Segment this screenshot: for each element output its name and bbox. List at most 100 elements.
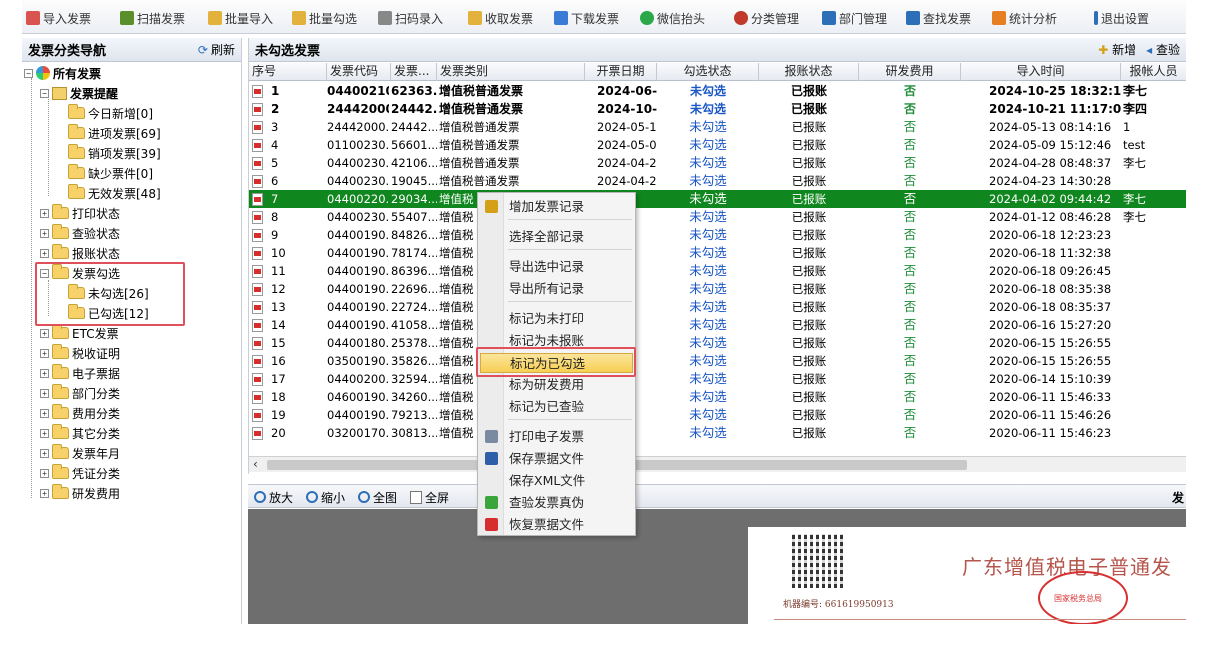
refresh-button[interactable]: ⟳ 刷新 bbox=[198, 41, 235, 58]
toolbar-scan-invoice[interactable]: 扫描发票 bbox=[120, 10, 185, 26]
tree-node-voucher[interactable]: + 凭证分类 bbox=[40, 464, 120, 482]
fit-all-button[interactable]: 全图 bbox=[358, 489, 397, 505]
full-screen-button[interactable]: 全屏 bbox=[410, 489, 449, 505]
expand-icon[interactable]: + bbox=[40, 448, 49, 458]
toolbar-department-manage[interactable]: 部门管理 bbox=[822, 10, 887, 26]
table-row[interactable]: 1904400190...79213...增值税-11未勾选已报账否2020-0… bbox=[249, 406, 1186, 424]
expand-icon[interactable]: + bbox=[40, 408, 49, 418]
toolbar-statistics[interactable]: 统计分析 bbox=[992, 10, 1057, 26]
table-row[interactable]: 3 24442000...24442...增值税普通发票 2024-05-12 未勾选… bbox=[249, 118, 1186, 136]
column-header[interactable]: 发票代码 bbox=[327, 63, 391, 81]
tree-node-today-new[interactable]: 今日新增[0] bbox=[68, 104, 153, 122]
context-menu-item[interactable]: 导出选中记录 bbox=[480, 257, 633, 277]
table-row[interactable]: 5 04400230...42106...增值税普通发票 2024-04-27 未勾选… bbox=[249, 154, 1186, 172]
table-row[interactable]: 904400190...84826...增值税-18未勾选已报账否2020-06… bbox=[249, 226, 1186, 244]
tree-node-missing-files[interactable]: 缺少票件[0] bbox=[68, 164, 153, 182]
column-header[interactable]: 勾选状态 bbox=[657, 63, 759, 81]
table-row[interactable]: 1304400190...22724...增值税-17未勾选已报账否2020-0… bbox=[249, 298, 1186, 316]
tree-node-output-invoices[interactable]: 销项发票[39] bbox=[68, 144, 161, 162]
zoom-out-button[interactable]: 缩小 bbox=[306, 489, 345, 505]
tree-node-print-status[interactable]: + 打印状态 bbox=[40, 204, 120, 222]
tree-node-department[interactable]: + 部门分类 bbox=[40, 384, 120, 402]
horizontal-scrollbar[interactable]: ‹ bbox=[249, 456, 1186, 472]
column-header[interactable]: 报帐人员 bbox=[1121, 63, 1186, 81]
table-row[interactable]: 2 24442000...24442...增值税普通发票 2024-10-08 未勾选… bbox=[249, 100, 1186, 118]
column-header[interactable]: 开票日期 bbox=[585, 63, 657, 81]
column-header[interactable]: 序号 bbox=[249, 63, 327, 81]
table-row[interactable]: 1704400200...32594...增值税-14未勾选已报账否2020-0… bbox=[249, 370, 1186, 388]
column-header[interactable]: 报账状态 bbox=[759, 63, 859, 81]
expand-icon[interactable]: + bbox=[40, 488, 49, 498]
tree-node-expense[interactable]: + 费用分类 bbox=[40, 404, 120, 422]
toolbar-wechat-header[interactable]: 微信抬头 bbox=[640, 10, 705, 26]
find-icon bbox=[906, 11, 920, 25]
context-menu-item[interactable]: 保存XML文件 bbox=[480, 471, 633, 491]
expand-icon[interactable]: + bbox=[40, 348, 49, 358]
column-header[interactable]: 导入时间 bbox=[961, 63, 1121, 81]
table-row[interactable]: 4 01100230...56601...增值税普通发票 2024-05-09 未勾选… bbox=[249, 136, 1186, 154]
tree-node-tax-certificate[interactable]: + 税收证明 bbox=[40, 344, 120, 362]
tree-node-reimburse-status[interactable]: + 报账状态 bbox=[40, 244, 120, 262]
toolbar-batch-import[interactable]: 批量导入 bbox=[208, 10, 273, 26]
expand-icon[interactable]: + bbox=[40, 248, 49, 258]
zoom-in-button[interactable]: 放大 bbox=[254, 489, 293, 505]
context-menu-item[interactable]: 恢复票据文件 bbox=[480, 515, 633, 535]
toolbar-import-invoice[interactable]: 导入发票 bbox=[26, 10, 91, 26]
column-header[interactable]: 研发费用 bbox=[859, 63, 961, 81]
expand-icon[interactable]: + bbox=[40, 368, 49, 378]
context-menu-item[interactable]: 标记为已查验 bbox=[480, 397, 633, 417]
table-row[interactable]: 1104400190...86396...增值税-18未勾选已报账否2020-0… bbox=[249, 262, 1186, 280]
table-row[interactable]: 6 04400230...19045...增值税普通发票 2024-04-23 未勾选… bbox=[249, 172, 1186, 190]
tree-node-etc[interactable]: + ETC发票 bbox=[40, 324, 119, 342]
column-header[interactable]: 发票... bbox=[391, 63, 437, 81]
expand-icon[interactable]: + bbox=[40, 428, 49, 438]
toolbar-qr-entry[interactable]: 扫码录入 bbox=[378, 10, 443, 26]
table-row[interactable]: 804400230...55407...增值税-11未勾选已报账否2024-01… bbox=[249, 208, 1186, 226]
tree-node-year-month[interactable]: + 发票年月 bbox=[40, 444, 120, 462]
table-row[interactable]: 1603500190...35826...增值税-15未勾选已报账否2020-0… bbox=[249, 352, 1186, 370]
context-menu-item[interactable]: 增加发票记录 bbox=[480, 197, 633, 217]
context-menu-item[interactable]: 选择全部记录 bbox=[480, 227, 633, 247]
column-header[interactable]: 发票类别 bbox=[437, 63, 585, 81]
table-row[interactable]: 1504400180...25378...增值税-15未勾选已报账否2020-0… bbox=[249, 334, 1186, 352]
add-button[interactable]: ✚ 新增 bbox=[1098, 41, 1136, 58]
expand-icon[interactable]: + bbox=[40, 388, 49, 398]
toolbar-find-invoice[interactable]: 查找发票 bbox=[906, 10, 971, 26]
context-menu-item[interactable]: 保存票据文件 bbox=[480, 449, 633, 469]
toolbar-batch-check[interactable]: 批量勾选 bbox=[292, 10, 357, 26]
table-row[interactable]: 1004400190...78174...增值税-18未勾选已报账否2020-0… bbox=[249, 244, 1186, 262]
tree-node-invalid-invoices[interactable]: 无效发票[48] bbox=[68, 184, 161, 202]
table-row[interactable]: 1 04400210...62363...增值税普通发票 2024-06-12 未勾选… bbox=[249, 82, 1186, 100]
table-row[interactable]: 1404400190...41058...增值税-16未勾选已报账否2020-0… bbox=[249, 316, 1186, 334]
verify-button[interactable]: ◂ 查验 bbox=[1146, 41, 1180, 58]
tree-node-all-invoices[interactable]: − 所有发票 bbox=[24, 64, 101, 82]
collapse-icon[interactable]: − bbox=[40, 88, 49, 98]
tree-node-rd-expense[interactable]: + 研发费用 bbox=[40, 484, 120, 502]
expand-icon[interactable]: + bbox=[40, 228, 49, 238]
context-menu-item[interactable]: 标为研发费用 bbox=[480, 375, 633, 395]
tree-node-other[interactable]: + 其它分类 bbox=[40, 424, 120, 442]
tree-node-e-receipts[interactable]: + 电子票据 bbox=[40, 364, 120, 382]
expand-icon[interactable]: + bbox=[40, 468, 49, 478]
context-menu-item[interactable]: 打印电子发票 bbox=[480, 427, 633, 447]
context-menu-item[interactable]: 导出所有记录 bbox=[480, 279, 633, 299]
toolbar-download-invoice[interactable]: 下载发票 bbox=[554, 10, 619, 26]
expand-icon[interactable]: + bbox=[40, 328, 49, 338]
table-row[interactable]: 1204400190...22696...增值税-17未勾选已报账否2020-0… bbox=[249, 280, 1186, 298]
collapse-icon[interactable]: − bbox=[24, 68, 33, 78]
table-row[interactable]: 2003200170...30813...增值税-10未勾选已报账否2020-0… bbox=[249, 424, 1186, 442]
context-menu-item[interactable]: 查验发票真伪 bbox=[480, 493, 633, 513]
scroll-left-icon[interactable]: ‹ bbox=[253, 457, 258, 471]
folder-icon bbox=[68, 184, 85, 199]
cell-person bbox=[1123, 172, 1183, 190]
tree-node-verify-status[interactable]: + 查验状态 bbox=[40, 224, 120, 242]
tree-node-input-invoices[interactable]: 进项发票[69] bbox=[68, 124, 161, 142]
expand-icon[interactable]: + bbox=[40, 208, 49, 218]
toolbar-category-manage[interactable]: 分类管理 bbox=[734, 10, 799, 26]
table-row[interactable]: 1804600190...34260...增值税-11未勾选已报账否2020-0… bbox=[249, 388, 1186, 406]
toolbar-receive-invoice[interactable]: 收取发票 bbox=[468, 10, 533, 26]
table-row[interactable]: 704400220...29034...增值税-01未勾选已报账否2024-04… bbox=[249, 190, 1186, 208]
context-menu-item[interactable]: 标记为未打印 bbox=[480, 309, 633, 329]
tree-node-reminder[interactable]: − 发票提醒 bbox=[40, 84, 118, 102]
toolbar-exit-settings[interactable]: 退出设置 bbox=[1094, 10, 1149, 26]
